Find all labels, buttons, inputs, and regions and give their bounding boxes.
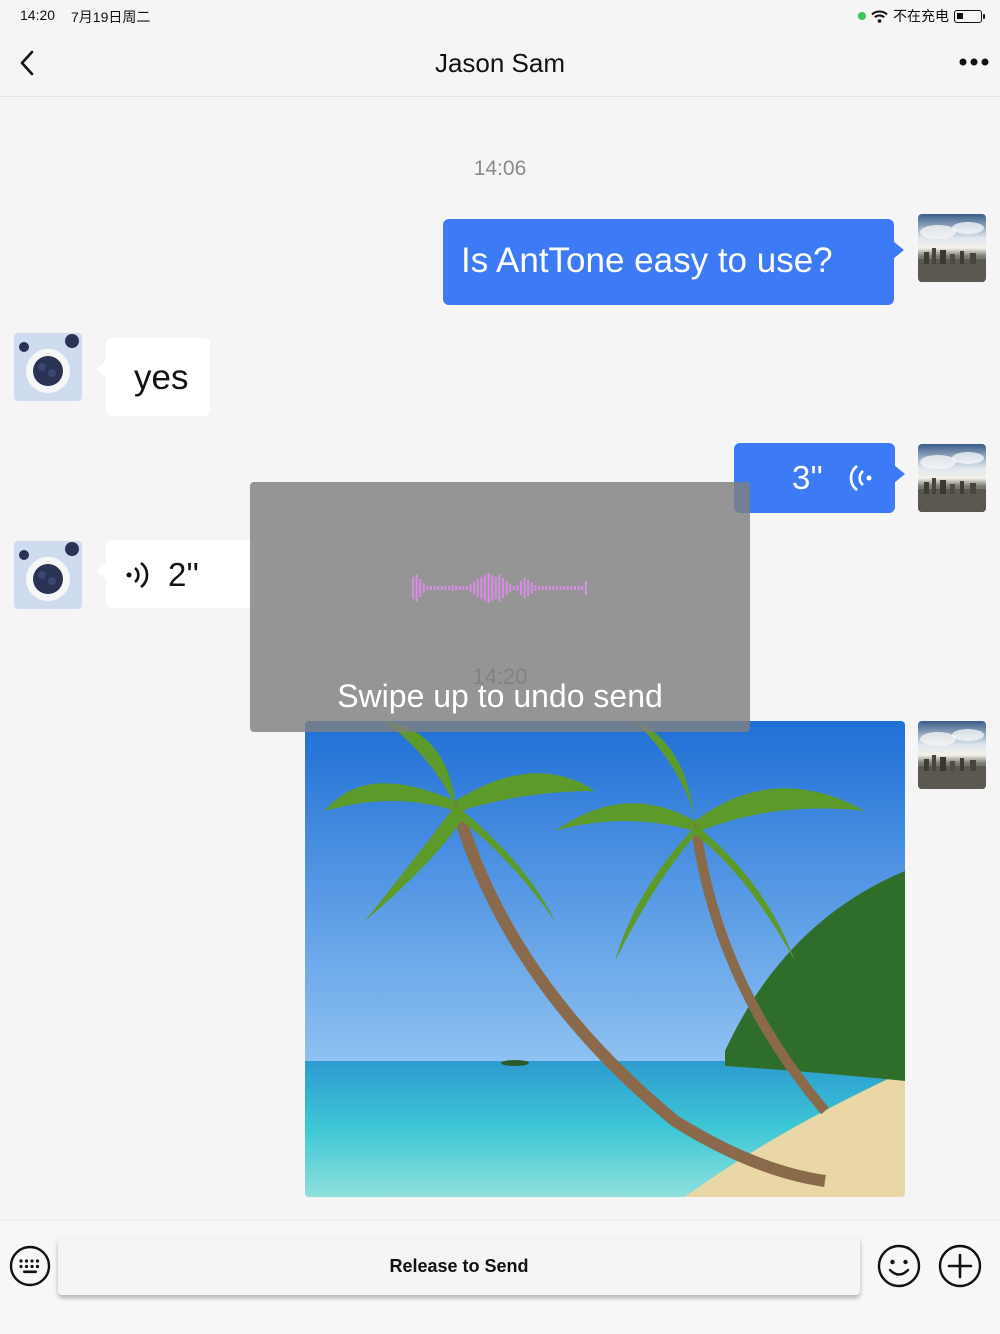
waveform-bar [462,586,465,590]
nav-bar: Jason Sam [0,30,1000,97]
release-to-send-button[interactable]: Release to Send [58,1237,860,1295]
waveform-bar [534,585,537,591]
waveform-bar [509,584,512,592]
message-text: yes [134,358,189,397]
waveform-bar [530,583,533,593]
waveform-bar [556,586,558,590]
avatar-self[interactable] [918,721,986,789]
battery-icon [954,9,985,23]
status-time: 14:20 [20,7,56,23]
waveform-bar [419,579,422,597]
voice-duration: 2'' [168,556,199,593]
avatar-self[interactable] [918,444,986,512]
waveform-bar [516,585,519,591]
charging-status: 不在充电 [893,8,949,24]
waveform-bar [584,581,587,595]
plus-icon[interactable] [937,1243,983,1289]
avatar-contact[interactable] [14,541,82,609]
waveform-icon [412,573,587,603]
waveform-bar [566,586,569,590]
keyboard-icon[interactable] [7,1243,53,1289]
message-text: Is AntTone easy to use? [461,241,833,280]
waveform-bar [512,586,515,590]
indicator-dot [858,12,866,20]
waveform-bar [451,585,454,591]
swipe-hint: Swipe up to undo send [337,678,663,714]
message-bubble-in[interactable]: yes [96,338,210,416]
voice-wave-icon [126,561,149,589]
status-date: 7月19日周二 [71,9,151,25]
voice-bubble-out[interactable]: 3'' [734,443,905,513]
waveform-bar [527,580,530,596]
voice-bubble-in[interactable]: 2'' [96,540,258,608]
waveform-bar [412,577,414,599]
waveform-bar [570,586,573,590]
waveform-bar [458,586,461,590]
waveform-bar [577,586,580,590]
waveform-bar [444,586,447,590]
wifi-icon [871,10,888,23]
waveform-bar [548,586,551,590]
status-right: 不在充电 [858,6,985,26]
waveform-bar [476,579,479,597]
timestamp: 14:06 [473,157,527,180]
waveform-bar [491,575,494,601]
beach-photo [305,721,905,1197]
image-message[interactable] [305,721,905,1197]
avatar-contact[interactable] [14,333,82,401]
waveform-bar [440,586,443,590]
waveform-bar [487,573,490,603]
waveform-bar [473,582,476,594]
voice-duration: 3'' [792,459,823,496]
waveform-bar [466,586,468,590]
waveform-bar [541,586,544,590]
waveform-bar [563,586,566,590]
voice-wave-icon [849,464,872,492]
waveform-bar [455,586,458,590]
message-bubble-out[interactable]: Is AntTone easy to use? [443,219,904,305]
waveform-bar [574,586,576,590]
waveform-bar [430,586,432,590]
waveform-bar [494,577,497,599]
recording-overlay: Swipe up to undo send [250,482,750,732]
emoji-icon[interactable] [876,1243,922,1289]
waveform-bar [433,586,436,590]
waveform-bar [480,577,483,599]
waveform-bar [552,586,555,590]
waveform-bar [559,586,562,590]
waveform-bar [426,586,429,590]
waveform-bar [469,584,472,592]
chat-title: Jason Sam [434,48,566,78]
input-bar: Release to Send [0,1220,1000,1334]
waveform-bar [545,586,548,590]
waveform-bar [484,575,486,601]
waveform-bar [448,586,450,590]
waveform-bar [520,581,522,595]
waveform-bar [581,586,584,590]
waveform-bar [502,578,504,598]
avatar-self[interactable] [918,214,986,282]
waveform-bar [505,581,508,595]
more-dots-icon[interactable] [958,50,990,74]
waveform-bar [523,578,526,598]
waveform-bar [498,574,501,602]
waveform-bar [422,583,425,593]
status-bar: 14:20 7月19日周二 不在充电 [0,0,1000,30]
waveform-bar [415,574,418,602]
waveform-bar [437,586,440,590]
waveform-bar [538,586,540,590]
